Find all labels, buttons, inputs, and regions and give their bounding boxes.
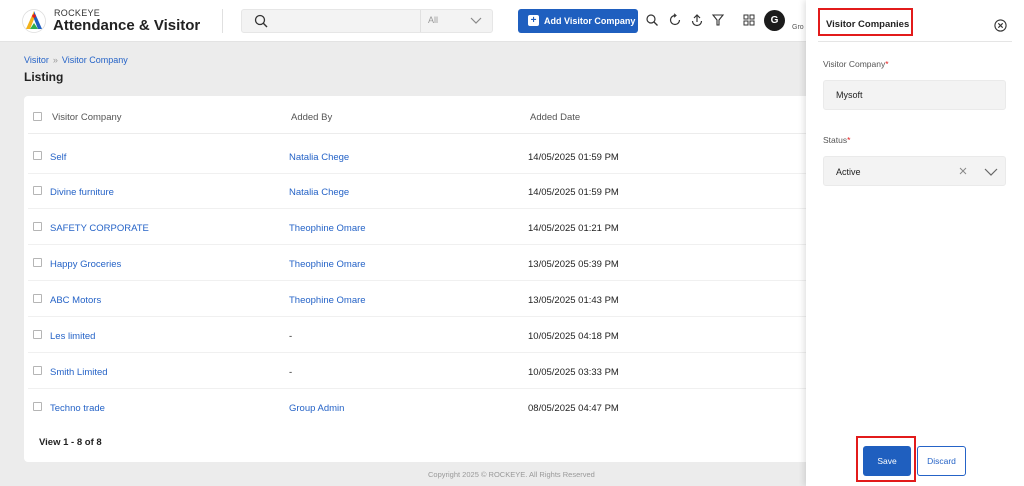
table-row[interactable]: ABC Motors Theophine Omare 13/05/2025 01… [28,281,814,317]
added-by-link[interactable]: Natalia Chege [289,152,349,163]
company-link[interactable]: Divine furniture [50,187,114,198]
table-row[interactable]: SAFETY CORPORATE Theophine Omare 14/05/2… [28,209,814,245]
row-checkbox[interactable] [33,186,42,195]
save-button[interactable]: Save [863,446,911,476]
status-value: Active [836,167,861,177]
pagination-summary: View 1 - 8 of 8 [39,437,102,448]
row-checkbox[interactable] [33,151,42,160]
added-date: 14/05/2025 01:59 PM [528,187,619,198]
added-date: 14/05/2025 01:21 PM [528,223,619,234]
status-label-text: Status [823,135,848,145]
avatar[interactable]: G [764,10,785,31]
visitor-company-input[interactable] [823,80,1006,110]
upload-icon[interactable] [690,13,704,27]
search-icon[interactable] [645,13,659,27]
breadcrumb-item-visitor-company[interactable]: Visitor Company [62,55,128,65]
column-header-visitor-company[interactable]: Visitor Company [52,112,122,123]
close-icon[interactable] [994,19,1007,32]
added-by-link[interactable]: Group Admin [289,403,344,414]
added-date: 08/05/2025 04:47 PM [528,403,619,414]
added-by-link[interactable]: Theophine Omare [289,295,366,306]
breadcrumb: Visitor» Visitor Company [24,55,128,65]
company-link[interactable]: SAFETY CORPORATE [50,223,149,234]
table-row[interactable]: Les limited - 10/05/2025 04:18 PM [28,317,814,353]
added-date: 13/05/2025 05:39 PM [528,259,619,270]
chevron-down-icon[interactable] [470,16,482,26]
required-mark: * [885,59,889,69]
page-title: Listing [24,70,64,84]
user-name[interactable]: Gro [792,24,804,31]
table-row[interactable]: Happy Groceries Theophine Omare 13/05/20… [28,245,814,281]
added-by-text: - [289,331,293,342]
table-row[interactable]: Self Natalia Chege 14/05/2025 01:59 PM [28,138,814,174]
row-checkbox[interactable] [33,222,42,231]
column-header-added-date[interactable]: Added Date [530,112,580,123]
search-icon [254,14,268,28]
status-label: Status* [823,135,850,145]
add-visitor-company-button[interactable]: + Add Visitor Company [518,9,638,33]
company-link[interactable]: Techno trade [50,403,105,414]
search-input[interactable] [274,12,414,30]
added-date: 10/05/2025 04:18 PM [528,331,619,342]
added-date: 10/05/2025 03:33 PM [528,367,619,378]
company-link[interactable]: Self [50,152,66,163]
company-link[interactable]: Les limited [50,331,95,342]
status-select[interactable]: Active [823,156,1006,186]
row-checkbox[interactable] [33,402,42,411]
table-row[interactable]: Divine furniture Natalia Chege 14/05/202… [28,173,814,209]
company-link[interactable]: Happy Groceries [50,259,121,270]
table-row[interactable]: Smith Limited - 10/05/2025 03:33 PM [28,353,814,389]
copyright-text: Copyright 2025 © ROCKEYE. All Rights Res… [428,470,595,479]
visitor-company-label-text: Visitor Company [823,59,886,69]
added-by-text: - [289,367,293,378]
visitor-company-label: Visitor Company* [823,59,889,69]
global-search[interactable]: All [241,9,493,33]
row-checkbox[interactable] [33,330,42,339]
added-date: 14/05/2025 01:59 PM [528,152,619,163]
select-all-checkbox[interactable] [33,112,42,121]
drawer-divider [818,41,1012,42]
table-header: Visitor Company Added By Added Date [28,100,814,134]
drawer-title-highlight: Visitor Companies [818,8,913,36]
drawer-title: Visitor Companies [826,19,910,30]
clear-icon[interactable] [958,166,968,176]
added-by-link[interactable]: Theophine Omare [289,259,366,270]
add-visitor-company-label: Add Visitor Company [544,16,636,26]
column-header-added-by[interactable]: Added By [291,112,332,123]
filter-icon[interactable] [711,13,725,27]
row-checkbox[interactable] [33,258,42,267]
required-mark: * [847,135,851,145]
company-link[interactable]: ABC Motors [50,295,101,306]
header-divider [222,9,223,33]
added-by-link[interactable]: Natalia Chege [289,187,349,198]
table-row[interactable]: Techno trade Group Admin 08/05/2025 04:4… [28,389,814,425]
search-scope-select[interactable]: All [428,15,438,25]
row-checkbox[interactable] [33,294,42,303]
app-title: Attendance & Visitor [53,17,201,34]
chevron-down-icon[interactable] [984,166,998,178]
row-checkbox[interactable] [33,366,42,375]
company-link[interactable]: Smith Limited [50,367,108,378]
search-separator [420,10,421,32]
listing-card: Visitor Company Added By Added Date Self… [24,96,814,462]
discard-button[interactable]: Discard [917,446,966,476]
added-by-link[interactable]: Theophine Omare [289,223,366,234]
plus-icon: + [528,15,539,26]
breadcrumb-item-visitor[interactable]: Visitor [24,55,49,65]
visitor-company-drawer: Visitor Companies Visitor Company* Statu… [806,0,1024,486]
grid-icon[interactable] [742,13,756,27]
refresh-icon[interactable] [668,13,682,27]
chevron-right-icon: » [52,55,58,65]
added-date: 13/05/2025 01:43 PM [528,295,619,306]
rockeye-logo-icon [22,9,46,33]
